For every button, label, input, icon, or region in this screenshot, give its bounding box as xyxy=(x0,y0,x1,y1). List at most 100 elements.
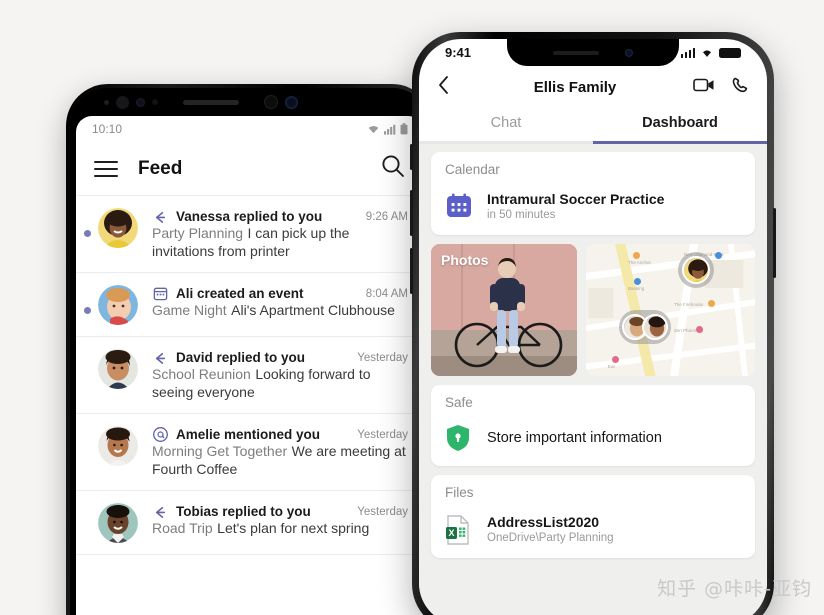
map-background xyxy=(586,244,755,376)
list-item[interactable]: Tobias replied to you Yesterday Road Tri… xyxy=(76,491,424,555)
map-poi-label: Eat xyxy=(608,364,615,369)
notch xyxy=(507,39,679,66)
page-title: Feed xyxy=(138,157,183,179)
video-call-icon[interactable] xyxy=(693,77,715,98)
search-icon[interactable] xyxy=(380,153,406,184)
back-chevron-icon[interactable] xyxy=(437,75,457,100)
files-card[interactable]: Files X AddressList2020 OneDrive\Party P… xyxy=(431,475,755,558)
tab-dashboard[interactable]: Dashboard xyxy=(593,108,767,144)
unread-indicator xyxy=(84,230,91,237)
safe-row[interactable]: Store important information xyxy=(431,418,755,466)
tab-bar[interactable]: Chat Dashboard xyxy=(419,108,767,144)
map-avatar-marker[interactable] xyxy=(678,252,714,288)
light-sensor-icon xyxy=(152,99,158,105)
list-item-header: Vanessa replied to you 9:26 AM xyxy=(152,208,408,225)
calendar-card[interactable]: Calendar Intramural Soccer Practice in 5… xyxy=(431,152,755,235)
list-item-time: Yesterday xyxy=(357,351,408,364)
mention-icon xyxy=(153,427,168,442)
file-text: AddressList2020 OneDrive\Party Planning xyxy=(487,514,614,544)
list-item-header: Ali created an event 8:04 AM xyxy=(152,285,408,302)
list-item[interactable]: Vanessa replied to you 9:26 AM Party Pla… xyxy=(76,196,424,273)
mute-switch[interactable] xyxy=(410,144,413,170)
secondary-sensor-icon xyxy=(264,95,278,109)
list-item-subject: Morning Get Together xyxy=(152,443,288,459)
calendar-event-row[interactable]: Intramural Soccer Practice in 50 minutes xyxy=(431,185,755,235)
volume-up-button[interactable] xyxy=(410,190,413,236)
photos-card[interactable]: Photos xyxy=(431,244,577,376)
list-item-time: 9:26 AM xyxy=(365,210,408,223)
list-item[interactable]: Amelie mentioned you Yesterday Morning G… xyxy=(76,414,424,491)
calendar-event-subtitle: in 50 minutes xyxy=(487,209,556,221)
avatar xyxy=(98,503,138,543)
tab-chat[interactable]: Chat xyxy=(419,108,593,144)
active-tab-indicator xyxy=(593,141,767,144)
list-item-body: Vanessa replied to you 9:26 AM Party Pla… xyxy=(152,208,408,261)
power-button[interactable] xyxy=(773,208,776,278)
avatar xyxy=(98,349,138,389)
map-poi-pin-icon xyxy=(612,356,619,363)
map-poi-pin-icon xyxy=(715,252,722,259)
proximity-sensor-icon xyxy=(136,97,145,107)
list-item-header: Amelie mentioned you Yesterday xyxy=(152,426,408,443)
shield-icon xyxy=(445,424,473,452)
watermark: 知乎 @咔咔-亚钧 xyxy=(657,578,812,600)
list-item-time: 8:04 AM xyxy=(365,287,408,300)
file-row[interactable]: X AddressList2020 OneDrive\Party Plannin… xyxy=(431,508,755,558)
safe-card[interactable]: Safe Store important information xyxy=(431,385,755,466)
map-poi-pin-icon xyxy=(633,252,640,259)
feed-list[interactable]: Vanessa replied to you 9:26 AM Party Pla… xyxy=(76,196,424,555)
android-screen: 10:10 Feed Vanessa replied to you 9:26 A… xyxy=(76,116,424,615)
list-item-header: David replied to you Yesterday xyxy=(152,349,408,366)
calendar-icon xyxy=(153,287,168,301)
calendar-event-title: Intramural Soccer Practice xyxy=(487,191,665,207)
files-card-header: Files xyxy=(445,485,474,500)
unread-indicator xyxy=(84,307,91,314)
android-status-icons xyxy=(367,123,408,135)
earpiece-speaker-icon xyxy=(183,99,239,105)
map-poi-label: The Anchor xyxy=(628,260,652,265)
list-item[interactable]: Ali created an event 8:04 AM Game Night … xyxy=(76,273,424,337)
ios-status-time: 9:41 xyxy=(445,45,472,60)
reply-icon xyxy=(155,211,166,223)
list-item-action: David replied to you xyxy=(176,350,306,365)
avatar xyxy=(642,314,668,340)
file-name: AddressList2020 xyxy=(487,514,600,530)
safe-row-title: Store important information xyxy=(487,430,662,446)
list-item-body: Ali created an event 8:04 AM Game Night … xyxy=(152,285,408,325)
safe-card-header: Safe xyxy=(445,395,473,410)
list-item-action: Vanessa replied to you xyxy=(176,209,323,224)
android-status-time: 10:10 xyxy=(92,122,123,136)
list-item-subject: Game Night xyxy=(152,302,227,318)
android-app-bar: Feed xyxy=(76,142,424,196)
svg-text:X: X xyxy=(448,528,454,538)
calendar-event-text: Intramural Soccer Practice in 50 minutes xyxy=(487,191,664,221)
dashboard-panel: Calendar Intramural Soccer Practice in 5… xyxy=(419,144,767,615)
battery-icon xyxy=(719,47,741,58)
hamburger-icon[interactable] xyxy=(94,160,118,177)
nav-actions xyxy=(693,76,749,99)
reply-icon xyxy=(155,506,166,518)
front-camera-icon xyxy=(116,95,129,109)
list-item-action: Amelie mentioned you xyxy=(176,427,321,442)
map-poi-pin-icon xyxy=(696,326,703,333)
map-poi-pin-icon xyxy=(708,300,715,307)
ios-status-icons xyxy=(680,47,741,58)
cellular-icon xyxy=(680,47,695,58)
list-item-subject: Road Trip xyxy=(152,520,213,536)
wifi-icon xyxy=(368,125,379,133)
android-phone-device: 10:10 Feed Vanessa replied to you 9:26 A… xyxy=(66,84,434,615)
map-avatar-group-marker[interactable] xyxy=(619,310,671,344)
map-card[interactable]: The Anchor New Diamond Yoga Banking The … xyxy=(586,244,755,376)
avatar xyxy=(98,208,138,248)
list-item-time: Yesterday xyxy=(357,428,408,441)
iphone-screen: 9:41 Ellis Family Chat Dashboard Calenda… xyxy=(419,39,767,615)
volume-down-button[interactable] xyxy=(410,248,413,294)
photos-card-label: Photos xyxy=(441,252,489,268)
list-item-action: Ali created an event xyxy=(176,286,304,301)
media-row: Photos The Anchor Banking The Firehouse … xyxy=(431,244,755,376)
calendar-icon xyxy=(445,192,473,220)
excel-file-icon: X xyxy=(445,515,473,545)
list-item[interactable]: David replied to you Yesterday School Re… xyxy=(76,337,424,414)
map-poi-label: Banking xyxy=(628,286,645,291)
phone-call-icon[interactable] xyxy=(731,76,749,99)
